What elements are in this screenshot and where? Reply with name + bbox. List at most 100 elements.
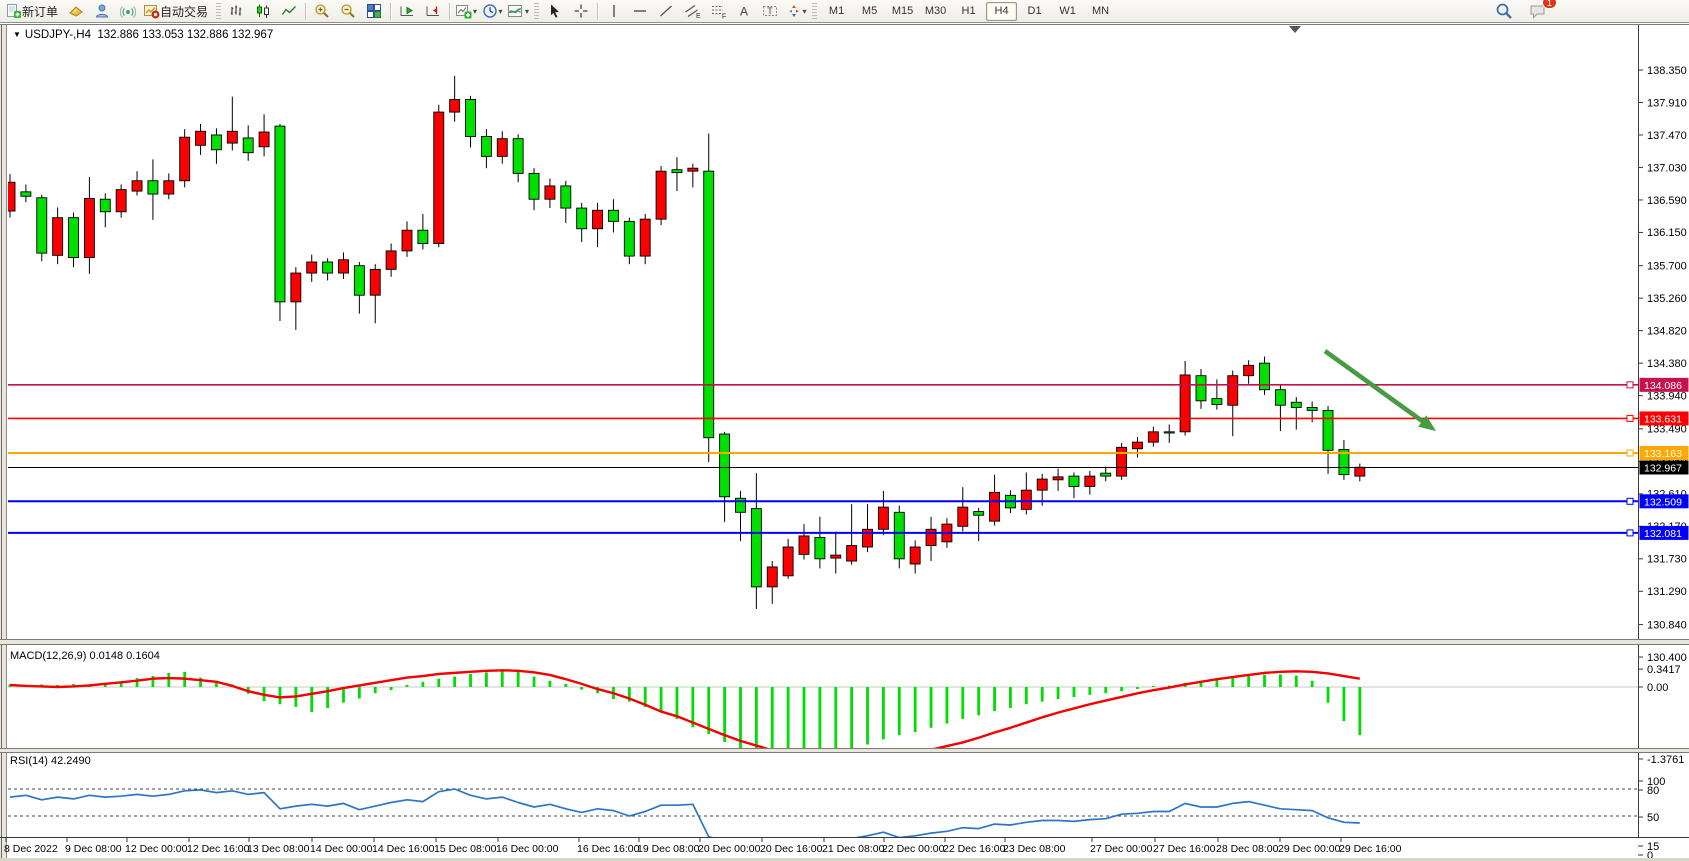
expand-triangle-icon[interactable]: ▼ <box>13 30 21 39</box>
candle <box>799 536 809 554</box>
svg-text:22 Dec 16:00: 22 Dec 16:00 <box>943 843 1006 855</box>
candle <box>878 507 888 529</box>
vertical-line-button[interactable] <box>601 1 627 21</box>
candle <box>402 230 412 251</box>
notifications-button[interactable]: 1 <box>1525 1 1551 21</box>
candle <box>466 100 476 137</box>
candle <box>751 509 761 587</box>
svg-text:80: 80 <box>1647 785 1659 797</box>
crosshair-button[interactable] <box>568 1 594 21</box>
svg-text:133.163: 133.163 <box>1644 448 1682 460</box>
pane-splitter[interactable] <box>0 640 1689 644</box>
candle <box>53 218 63 256</box>
zoom-out-button[interactable] <box>335 1 361 21</box>
candle <box>656 171 666 219</box>
candle <box>894 512 904 559</box>
search-icon <box>1495 2 1513 20</box>
pane-splitter[interactable] <box>0 749 1689 752</box>
deposit-button[interactable] <box>63 1 89 21</box>
tile-windows-button[interactable] <box>361 1 387 21</box>
indicators-button[interactable]: ▾ <box>505 1 531 21</box>
bar-chart-button[interactable] <box>224 1 250 21</box>
candle <box>418 230 428 243</box>
candle <box>1069 476 1079 486</box>
timeframe-mn[interactable]: MN <box>1085 2 1116 21</box>
timeframe-h4[interactable]: H4 <box>986 2 1017 21</box>
candle <box>1212 399 1222 405</box>
toolbar-grip[interactable] <box>534 3 539 19</box>
svg-text:138.350: 138.350 <box>1647 65 1687 77</box>
autotrading-button[interactable]: 自动交易 <box>141 1 213 21</box>
clock-icon <box>482 3 498 19</box>
svg-text:133.631: 133.631 <box>1644 413 1682 425</box>
line-chart-icon <box>281 3 297 19</box>
new-order-button[interactable]: 新订单 <box>3 1 63 21</box>
candle <box>545 186 555 199</box>
cursor-arrow-icon <box>547 3 563 19</box>
svg-text:134.086: 134.086 <box>1644 380 1682 392</box>
chart-ohlc-values: 132.886 133.053 132.886 132.967 <box>97 29 273 41</box>
timeframe-w1[interactable]: W1 <box>1052 2 1083 21</box>
candle <box>608 210 618 221</box>
arrows-button[interactable]: ▾ <box>783 1 809 21</box>
trendline-button[interactable] <box>653 1 679 21</box>
equidistant-channel-button[interactable]: E <box>679 1 705 21</box>
candle <box>815 537 825 558</box>
timeframe-m15[interactable]: M15 <box>887 2 918 21</box>
cursor-button[interactable] <box>542 1 568 21</box>
svg-text:50: 50 <box>1647 812 1659 824</box>
candle <box>640 219 650 256</box>
candle <box>1148 432 1158 442</box>
candle <box>196 131 206 145</box>
candle <box>21 192 31 196</box>
crosshair-icon <box>573 3 589 19</box>
usdjpy-h4-chart[interactable]: 138.350137.910137.470137.030136.590136.1… <box>0 24 1689 861</box>
candle <box>704 171 714 438</box>
text-label-button[interactable]: T <box>757 1 783 21</box>
timeframe-m1[interactable]: M1 <box>821 2 852 21</box>
svg-text:135.700: 135.700 <box>1647 260 1687 272</box>
line-handle[interactable] <box>1627 382 1633 388</box>
candle <box>577 208 587 229</box>
candle <box>1085 476 1095 486</box>
timeframe-m5[interactable]: M5 <box>854 2 885 21</box>
candle <box>116 190 126 212</box>
horizontal-line-button[interactable] <box>627 1 653 21</box>
account-button[interactable] <box>89 1 115 21</box>
candle <box>513 139 523 174</box>
candle <box>1196 376 1206 401</box>
timeframe-d1[interactable]: D1 <box>1019 2 1050 21</box>
new-chart-button[interactable]: ▾ <box>453 1 479 21</box>
toolbar-grip[interactable] <box>812 3 817 19</box>
zoom-in-button[interactable] <box>309 1 335 21</box>
svg-text:23 Dec 08:00: 23 Dec 08:00 <box>1003 843 1066 855</box>
periods-button[interactable]: ▾ <box>479 1 505 21</box>
timeframe-h1[interactable]: H1 <box>953 2 984 21</box>
candlestick-chart-button[interactable] <box>250 1 276 21</box>
candle <box>1228 376 1238 406</box>
candle <box>180 137 190 181</box>
auto-scroll-button[interactable] <box>394 1 420 21</box>
candle <box>370 269 380 295</box>
timeframe-m30[interactable]: M30 <box>920 2 951 21</box>
chevron-down-icon: ▾ <box>499 7 503 16</box>
text-button[interactable]: A <box>731 1 757 21</box>
line-chart-button[interactable] <box>276 1 302 21</box>
line-handle[interactable] <box>1627 498 1633 504</box>
line-handle[interactable] <box>1627 450 1633 456</box>
candle <box>481 136 491 156</box>
toolbar-grip[interactable] <box>216 3 221 19</box>
search-button[interactable] <box>1491 1 1517 21</box>
chart-shift-button[interactable] <box>420 1 446 21</box>
signals-button[interactable] <box>115 1 141 21</box>
line-handle[interactable] <box>1627 415 1633 421</box>
autotrading-icon <box>143 3 160 19</box>
fibonacci-button[interactable]: F <box>705 1 731 21</box>
rsi-indicator-label: RSI(14) 42.2490 <box>10 755 91 767</box>
svg-text:E: E <box>696 13 701 19</box>
chevron-down-icon: ▾ <box>473 7 477 16</box>
line-handle[interactable] <box>1627 530 1633 536</box>
auto-scroll-icon <box>399 3 415 19</box>
svg-text:16 Dec 16:00: 16 Dec 16:00 <box>577 843 640 855</box>
chevron-down-icon: ▾ <box>803 7 807 16</box>
